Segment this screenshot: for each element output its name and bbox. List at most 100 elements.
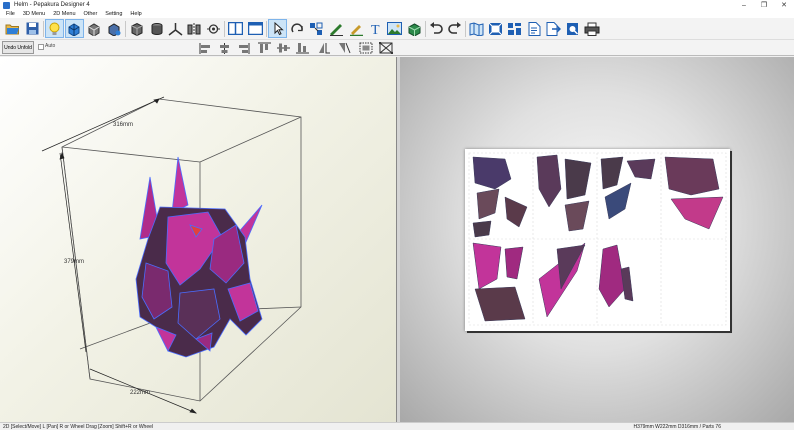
align-center-button[interactable]: [216, 41, 232, 55]
menu-3d[interactable]: 3D Menu: [19, 11, 49, 17]
zoom-fit-button[interactable]: [486, 19, 505, 38]
align-bottom-button[interactable]: [294, 41, 310, 55]
join-edge-button[interactable]: [166, 19, 185, 38]
split-icon: [187, 22, 201, 35]
rotate-model-button[interactable]: [65, 19, 84, 38]
svg-text:T: T: [371, 23, 380, 36]
ungroup-button[interactable]: [378, 41, 394, 55]
print-icon: [584, 22, 599, 36]
layout-split-button[interactable]: [226, 19, 245, 38]
print-button[interactable]: [582, 19, 601, 38]
save-button[interactable]: [23, 19, 42, 38]
flap-button[interactable]: [347, 19, 366, 38]
menu-2d[interactable]: 2D Menu: [49, 11, 79, 17]
cylinder-button[interactable]: [147, 19, 166, 38]
flip-h-icon: [318, 43, 330, 54]
ungroup-icon: [379, 42, 393, 54]
flap-icon: [350, 24, 363, 36]
cube-settings-icon: [108, 22, 121, 36]
page-button[interactable]: [525, 19, 544, 38]
select-move-icon: [274, 21, 284, 35]
print-preview-icon: [567, 22, 579, 35]
app-window: Helm - Pepakura Designer 4 – ❐ ✕ File 3D…: [0, 0, 794, 430]
model-button[interactable]: [405, 19, 424, 38]
select-move-button[interactable]: [268, 19, 287, 38]
minimize-button[interactable]: –: [734, 0, 754, 10]
dim-height-label: 379mm: [64, 259, 84, 265]
part-pieces: [472, 154, 724, 322]
image-icon: [387, 22, 402, 35]
group-icon: [359, 42, 373, 54]
edge-icon: [207, 23, 220, 34]
menu-help[interactable]: Help: [126, 11, 145, 17]
arrange-button[interactable]: [307, 19, 326, 38]
light-button[interactable]: [45, 19, 64, 38]
image-button[interactable]: [385, 19, 404, 38]
auto-label: Auto: [45, 43, 56, 49]
arrange-icon: [310, 22, 323, 35]
auto-checkbox[interactable]: [38, 44, 44, 50]
model-settings-button[interactable]: [105, 19, 124, 38]
line-style-button[interactable]: [327, 19, 346, 38]
layout-split-icon: [228, 22, 243, 35]
undo-unfold-button[interactable]: Undo Unfold: [2, 41, 34, 54]
text-icon: T: [371, 23, 380, 36]
3d-view-pane[interactable]: 316mm 379mm 222mm: [0, 57, 397, 422]
status-bar: 2D [Select/Move] L [Pan] R or Wheel Drag…: [0, 422, 794, 430]
align-middle-button[interactable]: [275, 41, 291, 55]
page-icon: [528, 21, 541, 36]
flip-h-button[interactable]: [316, 41, 332, 55]
export-button[interactable]: [544, 19, 563, 38]
undo-icon: [429, 22, 443, 34]
dim-width-label: 316mm: [113, 122, 133, 128]
unfolded-parts: [468, 152, 727, 326]
layout-single-button[interactable]: [246, 19, 265, 38]
rotate-part-icon: [291, 22, 303, 32]
helmet-model: [135, 156, 263, 358]
align-left-button[interactable]: [197, 41, 213, 55]
undo-button[interactable]: [426, 19, 445, 38]
window-controls: – ❐ ✕: [734, 0, 794, 10]
cube-icon: [131, 22, 142, 36]
cylinder-icon: [151, 22, 162, 35]
paper-sheet: [465, 149, 730, 331]
main-toolbar: T: [0, 18, 794, 40]
grid-button[interactable]: [505, 19, 524, 38]
light-icon: [49, 22, 60, 35]
menu-bar: File 3D Menu 2D Menu Other Setting Help: [0, 10, 794, 18]
map-button[interactable]: [467, 19, 486, 38]
status-dimensions: H379mm W222mm D316mm / Parts 76: [633, 424, 721, 430]
join-edge-icon: [168, 22, 183, 36]
align-top-button[interactable]: [256, 41, 272, 55]
flip-v-button[interactable]: [336, 41, 352, 55]
menu-other[interactable]: Other: [80, 11, 102, 17]
open-icon: [5, 24, 19, 35]
text-button[interactable]: T: [366, 19, 385, 38]
maximize-button[interactable]: ❐: [754, 0, 774, 10]
secondary-toolbar: Undo Unfold Auto: [0, 40, 794, 56]
open-button[interactable]: [3, 19, 22, 38]
print-preview-button[interactable]: [563, 19, 582, 38]
cube-button[interactable]: [127, 19, 146, 38]
texture-button[interactable]: [85, 19, 104, 38]
redo-button[interactable]: [445, 19, 464, 38]
redo-icon: [447, 22, 461, 34]
dim-depth-label: 222mm: [130, 390, 150, 396]
grid-icon: [508, 22, 521, 35]
group-button[interactable]: [358, 41, 374, 55]
align-right-button[interactable]: [235, 41, 251, 55]
close-button[interactable]: ✕: [774, 0, 794, 10]
model-icon: [408, 22, 421, 36]
align-center-icon: [219, 42, 229, 54]
align-middle-icon: [276, 43, 290, 53]
split-button[interactable]: [185, 19, 204, 38]
layout-single-icon: [248, 22, 263, 35]
edge-button[interactable]: [204, 19, 223, 38]
export-icon: [546, 21, 561, 36]
menu-setting[interactable]: Setting: [101, 11, 126, 17]
rotate-part-button[interactable]: [288, 19, 307, 38]
menu-file[interactable]: File: [2, 11, 19, 17]
window-title: Helm - Pepakura Designer 4: [14, 2, 90, 8]
title-bar: Helm - Pepakura Designer 4 – ❐ ✕: [0, 0, 794, 10]
app-icon: [3, 1, 10, 9]
